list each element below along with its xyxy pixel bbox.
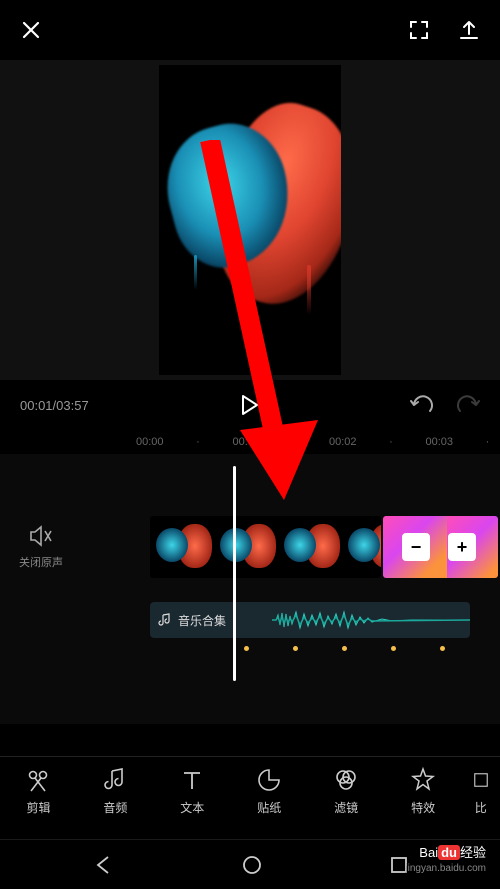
nav-back-button[interactable] [92, 854, 114, 876]
video-clip-2[interactable] [383, 516, 498, 578]
tool-ratio[interactable]: 比 [462, 767, 500, 834]
audio-label: 音乐合集 [178, 612, 226, 629]
nav-home-button[interactable] [242, 855, 262, 875]
video-preview[interactable] [0, 60, 500, 380]
watermark: Baidu经验 jingyan.baidu.com [405, 844, 486, 875]
export-button[interactable] [458, 19, 480, 41]
beat-markers [244, 646, 445, 651]
tool-edit[interactable]: 剪辑 [0, 767, 77, 834]
mute-button[interactable] [0, 524, 82, 548]
clip-add-button[interactable]: + [448, 533, 476, 561]
play-button[interactable] [239, 394, 259, 416]
tool-text[interactable]: 文本 [154, 767, 231, 834]
clip-remove-button[interactable]: − [402, 533, 430, 561]
audio-track[interactable]: 音乐合集 [150, 602, 470, 638]
preview-frame [159, 65, 341, 375]
tool-sticker[interactable]: 贴纸 [231, 767, 308, 834]
redo-button[interactable] [456, 395, 480, 415]
bottom-toolbar: 剪辑 音频 文本 贴纸 滤镜 特效 比 [0, 756, 500, 834]
tool-audio[interactable]: 音频 [77, 767, 154, 834]
timeline[interactable]: 关闭原声 − + 音乐合集 [0, 454, 500, 724]
music-icon [158, 613, 172, 627]
video-clip[interactable] [150, 516, 381, 578]
tool-effects[interactable]: 特效 [385, 767, 462, 834]
timeline-ruler: 00:00 · 00:01 · 00:02 · 00:03 · [0, 430, 500, 454]
undo-button[interactable] [410, 395, 434, 415]
tool-filter[interactable]: 滤镜 [308, 767, 385, 834]
mute-label: 关闭原声 [0, 554, 82, 570]
playhead[interactable] [233, 466, 236, 681]
audio-waveform [272, 610, 470, 630]
fullscreen-button[interactable] [408, 19, 430, 41]
time-display: 00:01/03:57 [20, 398, 89, 413]
close-button[interactable] [20, 19, 42, 41]
